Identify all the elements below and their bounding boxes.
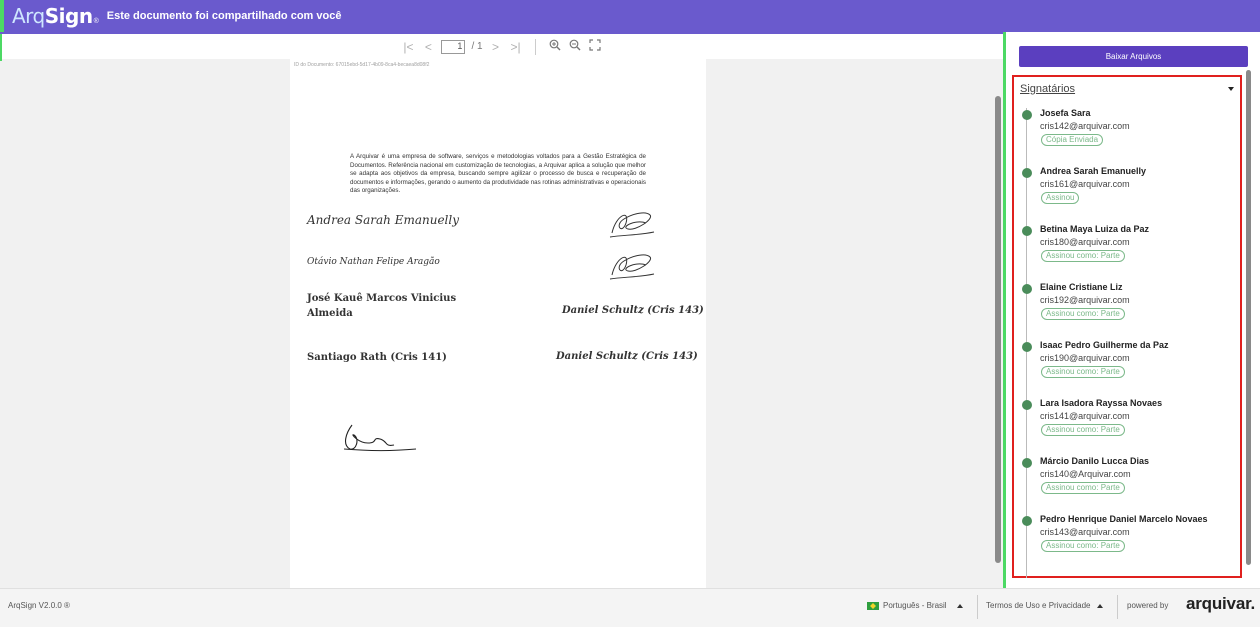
- chevron-up-icon: [956, 603, 963, 608]
- status-badge: Cópia Enviada: [1041, 134, 1104, 146]
- signer-item: Andrea Sarah Emanuelly cris161@arquivar.…: [1014, 166, 1240, 224]
- signer-email: cris143@arquivar.com: [1040, 527, 1130, 537]
- viewer-toolbar: |< < 1 / 1 > >|: [0, 32, 1003, 61]
- signer-email: cris141@arquivar.com: [1040, 411, 1130, 421]
- powered-by-label: powered by: [1127, 601, 1169, 610]
- page-number-input[interactable]: 1: [441, 39, 466, 54]
- signer-name: Betina Maya Luiza da Paz: [1040, 224, 1150, 234]
- signer-name: Lara Isadora Rayssa Novaes: [1040, 398, 1163, 408]
- timeline-dot: [1022, 284, 1032, 294]
- timeline-dot: [1022, 458, 1032, 468]
- viewer-left-accent: [0, 34, 2, 61]
- document-viewer: |< < 1 / 1 > >| ID do Documento: 67015eb: [0, 32, 1003, 588]
- language-label: Português - Brasil: [883, 601, 947, 610]
- signer-email: cris192@arquivar.com: [1040, 295, 1130, 305]
- signer-name: Andrea Sarah Emanuelly: [1040, 166, 1147, 176]
- signer-email: cris180@arquivar.com: [1040, 237, 1130, 247]
- fullscreen-icon[interactable]: [588, 39, 602, 54]
- chevron-down-icon[interactable]: [1228, 87, 1234, 91]
- zoom-in-icon[interactable]: [548, 39, 562, 54]
- header-accent-bar: [0, 0, 4, 32]
- document-paragraph: A Arquivar é uma empresa de software, se…: [350, 153, 646, 195]
- terms-label: Termos de Uso e Privacidade: [986, 601, 1091, 610]
- timeline-dot: [1022, 400, 1032, 410]
- signature-daniel-1: Daniel Schultz (Cris 143): [562, 305, 704, 316]
- timeline-dot: [1022, 226, 1032, 236]
- logo-trademark: ®: [93, 18, 99, 25]
- signer-email: cris190@arquivar.com: [1040, 353, 1130, 363]
- signature-andrea: Andrea Sarah Emanuelly: [307, 213, 459, 227]
- signer-email: cris161@arquivar.com: [1040, 179, 1130, 189]
- zoom-out-icon[interactable]: [568, 39, 582, 54]
- signer-name: Elaine Cristiane Liz: [1040, 282, 1123, 292]
- page-total: / 1: [471, 41, 483, 52]
- pagination-controls: |< < 1 / 1 > >|: [401, 38, 602, 55]
- next-page-icon[interactable]: >: [489, 40, 503, 54]
- arquivar-logo: arquivar.: [1186, 594, 1256, 613]
- signer-item: Betina Maya Luiza da Paz cris180@arquiva…: [1014, 224, 1240, 282]
- app-version: ArqSign V2.0.0 ®: [8, 601, 70, 610]
- timeline-dot: [1022, 516, 1032, 526]
- brazil-flag-icon: [867, 601, 879, 610]
- signer-item: Elaine Cristiane Liz cris192@arquivar.co…: [1014, 282, 1240, 340]
- signer-item: Isaac Pedro Guilherme da Paz cris190@arq…: [1014, 340, 1240, 398]
- chevron-up-icon: [1096, 603, 1103, 608]
- last-page-icon[interactable]: >|: [509, 40, 523, 54]
- status-badge: Assinou como: Parte: [1041, 308, 1125, 320]
- toolbar-divider: [534, 38, 536, 55]
- arqsign-logo: Arq Sign ®: [12, 4, 99, 28]
- signer-name: Josefa Sara: [1040, 108, 1091, 118]
- status-badge: Assinou como: Parte: [1041, 366, 1125, 378]
- panel-scrollbar[interactable]: [1246, 70, 1251, 565]
- app-root: Arq Sign ® Este documento foi compartilh…: [0, 0, 1260, 627]
- signature-daniel-2: Daniel Schultz (Cris 143): [556, 351, 698, 362]
- signature-santiago: Santiago Rath (Cris 141): [307, 352, 447, 363]
- footer: ArqSign V2.0.0 ® Português - Brasil Term…: [0, 588, 1260, 627]
- timeline-dot: [1022, 110, 1032, 120]
- status-badge: Assinou como: Parte: [1041, 540, 1125, 552]
- terms-link[interactable]: Termos de Uso e Privacidade: [986, 601, 1103, 610]
- signer-item: Josefa Sara cris142@arquivar.com Cópia E…: [1014, 108, 1240, 166]
- footer-divider: [977, 595, 978, 619]
- signer-item: Márcio Danilo Lucca Dias cris140@Arquiva…: [1014, 456, 1240, 514]
- signers-list-box: Signatários Josefa Sara cris142@arquivar…: [1012, 75, 1242, 578]
- status-badge: Assinou: [1041, 192, 1080, 204]
- document-page: ID do Documento: 67015ebd-5d17-4b09-8ca4…: [290, 59, 706, 588]
- footer-divider: [1117, 595, 1118, 619]
- signer-name: Márcio Danilo Lucca Dias: [1040, 456, 1150, 466]
- header-title: Este documento foi compartilhado com voc…: [106, 10, 342, 22]
- signature-jose-line1: José Kauê Marcos Vinicius: [307, 293, 457, 304]
- signature-scribble-3: [343, 424, 417, 451]
- signers-panel: Baixar Arquivos Signatários Josefa Sara …: [1006, 32, 1260, 588]
- signer-name: Isaac Pedro Guilherme da Paz: [1040, 340, 1169, 350]
- logo-sign-text: Sign: [44, 4, 93, 28]
- signature-jose-line2: Almeida: [307, 308, 353, 319]
- signer-item: Lara Isadora Rayssa Novaes cris141@arqui…: [1014, 398, 1240, 456]
- previous-page-icon[interactable]: <: [421, 40, 435, 54]
- status-badge: Assinou como: Parte: [1041, 482, 1125, 494]
- viewer-scrollbar[interactable]: [995, 96, 1001, 563]
- status-badge: Assinou como: Parte: [1041, 250, 1125, 262]
- logo-arq-text: Arq: [12, 4, 45, 28]
- signers-title[interactable]: Signatários: [1020, 83, 1075, 95]
- signature-scribble-2: [609, 254, 655, 280]
- timeline-dot: [1022, 168, 1032, 178]
- first-page-icon[interactable]: |<: [401, 40, 415, 54]
- timeline-dot: [1022, 342, 1032, 352]
- document-id: ID do Documento: 67015ebd-5d17-4b09-8ca4…: [294, 62, 430, 68]
- signer-name: Pedro Henrique Daniel Marcelo Novaes: [1040, 514, 1208, 524]
- signer-item: Pedro Henrique Daniel Marcelo Novaes cri…: [1014, 514, 1240, 572]
- signature-otavio: Otávio Nathan Felipe Aragão: [307, 257, 440, 267]
- language-selector[interactable]: Português - Brasil: [867, 601, 963, 610]
- status-badge: Assinou como: Parte: [1041, 424, 1125, 436]
- signer-email: cris140@Arquivar.com: [1040, 469, 1131, 479]
- download-files-button[interactable]: Baixar Arquivos: [1019, 46, 1248, 67]
- top-header: Arq Sign ® Este documento foi compartilh…: [0, 0, 1260, 32]
- signature-scribble-1: [609, 212, 655, 238]
- signer-email: cris142@arquivar.com: [1040, 121, 1130, 131]
